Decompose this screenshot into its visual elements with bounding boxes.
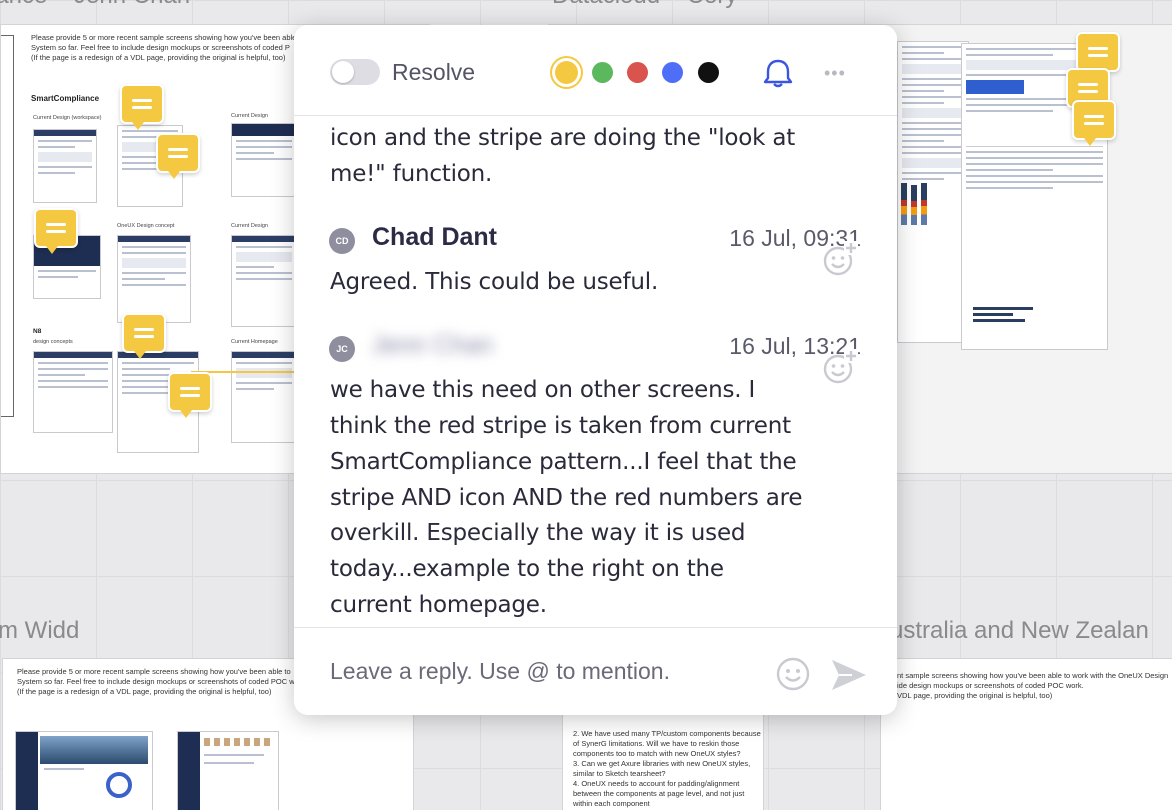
comment-text-line: SmartCompliance pattern...I feel that th…: [330, 449, 797, 475]
frame-instruction-2: ide design mockups or screenshots of cod…: [897, 681, 1084, 690]
resolve-label[interactable]: Resolve: [392, 59, 475, 85]
chart-bar: [911, 185, 917, 225]
thumb-label: Current Design: [231, 113, 268, 119]
frame-anz[interactable]: nt sample screens showing how you've bee…: [880, 658, 1172, 810]
comment-author: Chad Dant: [372, 223, 497, 251]
more-options-icon[interactable]: •••: [824, 63, 846, 84]
comment-text-line: stripe AND icon AND the red numbers are: [330, 485, 803, 511]
avatar: JC: [329, 336, 355, 362]
note-line: within each component: [573, 799, 650, 808]
frame-instruction-3: (If the page is a redesign of a VDL page…: [17, 687, 272, 696]
thumb-label: Current Homepage: [231, 339, 278, 345]
note-line: of SynerG limitations. Will we have to r…: [573, 739, 740, 748]
reply-input[interactable]: [330, 658, 750, 685]
thumb-label: Current Design (workspace): [33, 115, 102, 121]
comment-text: Agreed. This could be useful.: [330, 269, 659, 295]
comment-toolbar: Resolve •••: [294, 25, 897, 116]
frame-instruction-3: VDL page, providing the original is help…: [897, 691, 1053, 700]
color-yellow-swatch[interactable]: [555, 61, 578, 84]
color-black-swatch[interactable]: [698, 62, 719, 83]
progress-bar: [973, 313, 1013, 316]
comment-thread-popup: Resolve ••• icon and the stripe are doin…: [294, 25, 897, 715]
n8-heading: N8: [33, 328, 42, 335]
progress-bar: [973, 319, 1025, 322]
comment-marker-icon[interactable]: [34, 208, 78, 254]
color-blue-swatch[interactable]: [662, 62, 683, 83]
screen-thumbnail[interactable]: [897, 41, 969, 343]
notes-card[interactable]: 2. We have used many TP/custom component…: [562, 700, 764, 810]
comment-text-line: me!" function.: [330, 161, 493, 187]
thumb-label: Current Design: [231, 223, 268, 229]
note-line: components too to match with new OneUX s…: [573, 749, 741, 758]
comment-marker-icon[interactable]: [1076, 32, 1120, 78]
n8-subheading: design concepts: [33, 339, 73, 345]
comment-text-line: we have this need on other screens. I: [330, 377, 756, 403]
section-title-anz: ustralia and New Zealan: [890, 617, 1149, 644]
screen-thumbnail[interactable]: [15, 731, 153, 810]
screen-thumbnail[interactable]: [231, 123, 297, 197]
frame-instruction-1: Please provide 5 or more recent sample s…: [31, 33, 297, 42]
screen-thumbnail[interactable]: [231, 235, 297, 327]
color-red-swatch[interactable]: [627, 62, 648, 83]
comment-marker-icon[interactable]: [1072, 100, 1116, 146]
screen-thumbnail[interactable]: [231, 351, 297, 443]
progress-bar: [973, 307, 1033, 310]
frame-instruction-3: (If the page is a redesign of a VDL page…: [31, 53, 286, 62]
chart-bar: [901, 183, 907, 225]
section-title-jenn: iance – Jenn Chan: [0, 0, 190, 10]
comment-text-line: think the red stripe is taken from curre…: [330, 413, 791, 439]
bell-icon[interactable]: [760, 57, 796, 89]
frame-heading: SmartCompliance: [31, 94, 100, 103]
comment-marker-icon[interactable]: [122, 313, 166, 359]
color-green-swatch[interactable]: [592, 62, 613, 83]
frame-instruction-1: nt sample screens showing how you've bee…: [897, 671, 1169, 680]
avatar: CD: [329, 228, 355, 254]
toggle-knob: [332, 61, 354, 83]
note-line: similar to Sketch tearsheet?: [573, 769, 666, 778]
frame-instruction-1: Please provide 5 or more recent sample s…: [17, 667, 291, 676]
comment-author: Jenn Chan: [372, 331, 493, 359]
frame-instruction-2: System so far. Feel free to include desi…: [31, 43, 290, 52]
screen-thumbnail[interactable]: [33, 351, 113, 433]
comment-text-line: icon and the stripe are doing the "look …: [330, 125, 796, 151]
section-title-widd: m Widd: [0, 617, 80, 644]
send-icon[interactable]: [830, 658, 868, 692]
screen-thumbnail[interactable]: [177, 731, 279, 810]
reply-composer: [294, 627, 897, 715]
comment-marker-icon[interactable]: [156, 133, 200, 179]
add-reaction-icon[interactable]: [822, 241, 858, 277]
note-line: 3. Can we get Axure libraries with new O…: [573, 759, 751, 768]
comment-marker-icon[interactable]: [120, 84, 164, 130]
screen-thumbnail[interactable]: [33, 129, 97, 203]
comment-thread[interactable]: icon and the stripe are doing the "look …: [294, 115, 897, 627]
screen-thumbnail[interactable]: [117, 235, 191, 323]
frame-bracket: [1, 35, 14, 417]
comment-marker-icon[interactable]: [168, 372, 212, 418]
note-line: 4. OneUX needs to account for padding/al…: [573, 779, 740, 788]
comment-text-line: overkill. Especially the way it is used: [330, 520, 746, 546]
frame-instruction-2: System so far. Feel free to include desi…: [17, 677, 295, 686]
note-line: between the components at page level, an…: [573, 789, 745, 798]
comment-text-line: current homepage.: [330, 592, 547, 618]
note-line: 2. We have used many TP/custom component…: [573, 729, 761, 738]
section-title-cory: Datacloud – Cory: [552, 0, 737, 10]
emoji-icon[interactable]: [775, 656, 811, 692]
thumb-label: OneUX Design concept: [117, 223, 175, 229]
chart-bar: [921, 183, 927, 225]
resolve-toggle[interactable]: [330, 59, 380, 85]
comment-text-line: today...example to the right on the: [330, 556, 724, 582]
